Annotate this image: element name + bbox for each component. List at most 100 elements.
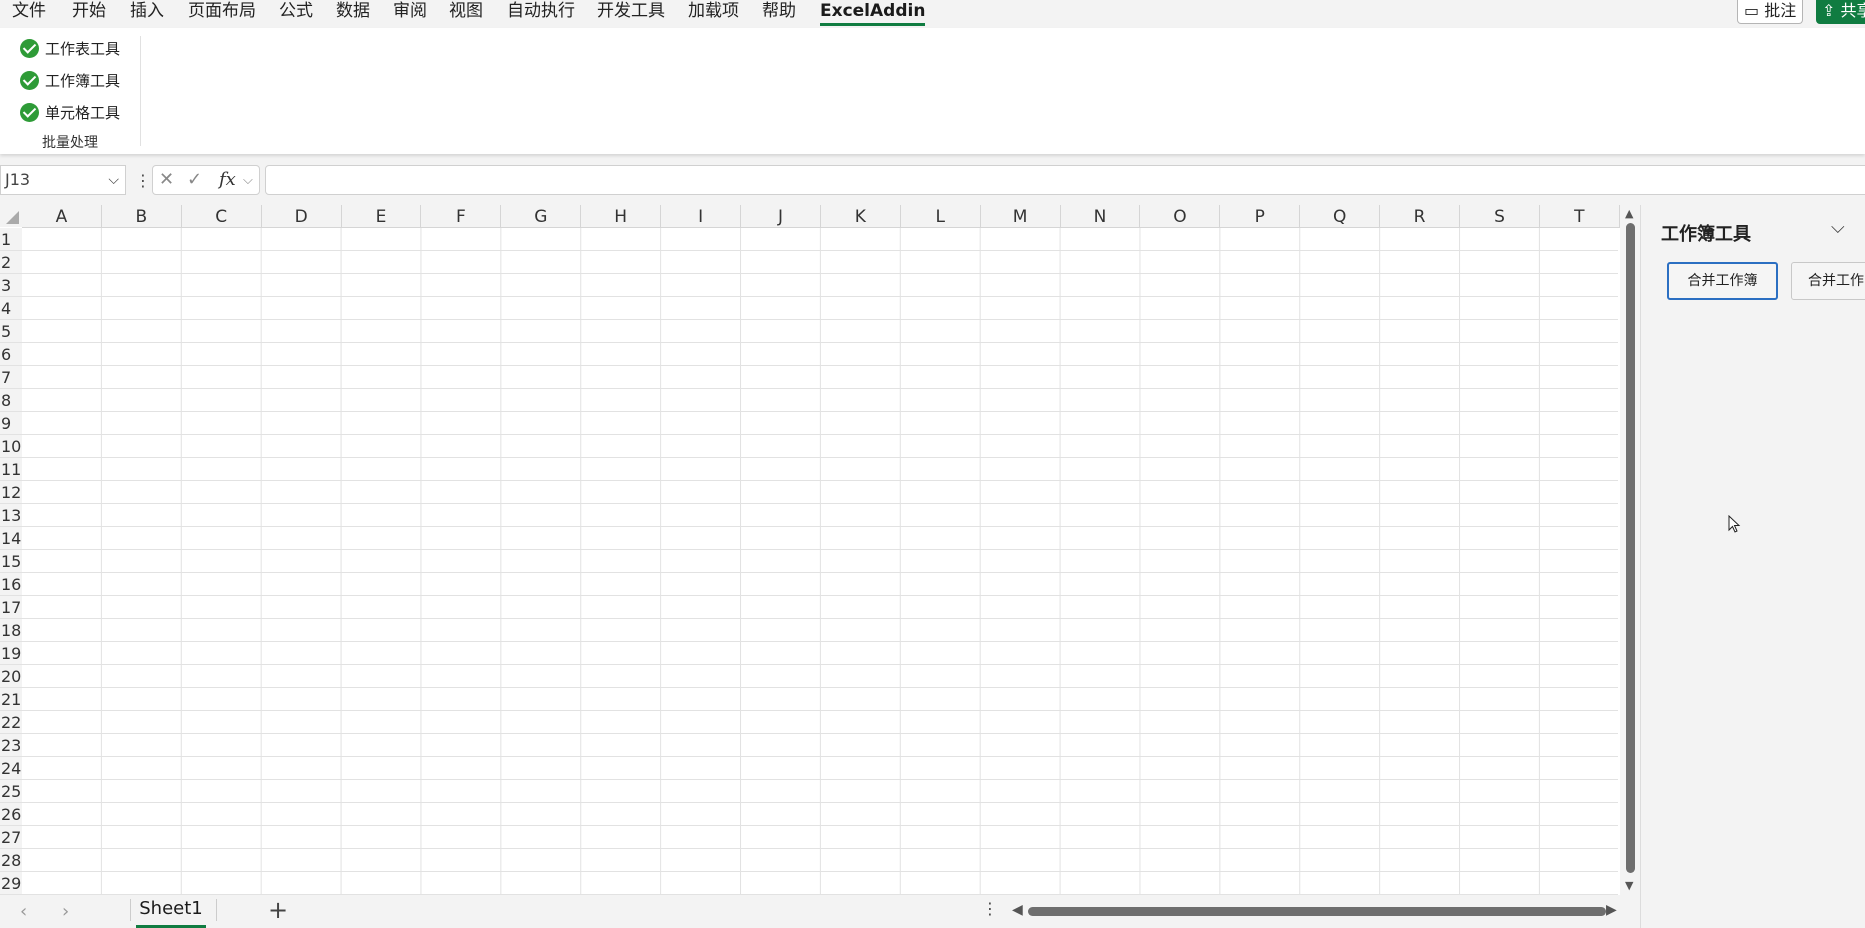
merge-workbook-button[interactable]: 合并工作簿: [1667, 262, 1778, 300]
tab-divider: [216, 899, 217, 921]
row-header[interactable]: 20: [0, 665, 22, 688]
scroll-right-icon[interactable]: ▶: [1606, 902, 1617, 918]
row-header[interactable]: 12: [0, 481, 22, 504]
row-header[interactable]: 5: [0, 320, 22, 343]
row-header[interactable]: 26: [0, 803, 22, 826]
tab-page-layout[interactable]: 页面布局: [188, 0, 256, 26]
ribbon-group-label: 批量处理: [42, 135, 98, 151]
column-header[interactable]: P: [1220, 205, 1301, 227]
chevron-down-icon[interactable]: ⌵: [243, 173, 253, 188]
scroll-up-icon[interactable]: ▲: [1625, 207, 1633, 220]
chevron-down-icon[interactable]: ⌵: [108, 166, 119, 194]
column-header[interactable]: B: [102, 205, 182, 227]
comments-button[interactable]: ▭ 批注: [1737, 0, 1803, 24]
column-header[interactable]: O: [1140, 205, 1221, 227]
formula-bar: J13 ⌵ ⋮ ✕ ✓ fx ⌵: [0, 165, 1865, 197]
row-header[interactable]: 18: [0, 619, 22, 642]
chevron-left-icon[interactable]: ‹: [20, 901, 27, 922]
add-sheet-button[interactable]: +: [268, 895, 288, 925]
tab-file[interactable]: 文件: [12, 0, 46, 26]
row-header[interactable]: 9: [0, 412, 22, 435]
row-header[interactable]: 3: [0, 274, 22, 297]
row-header[interactable]: 6: [0, 343, 22, 366]
scroll-left-icon[interactable]: ◀: [1012, 902, 1023, 918]
scroll-down-icon[interactable]: ▼: [1625, 879, 1633, 892]
scroll-thumb[interactable]: [1028, 907, 1606, 916]
row-header[interactable]: 28: [0, 849, 22, 872]
more-options-icon[interactable]: ⋮: [135, 171, 151, 190]
tab-review[interactable]: 审阅: [393, 0, 427, 26]
cancel-icon[interactable]: ✕: [159, 169, 174, 190]
name-box[interactable]: J13 ⌵: [0, 165, 126, 195]
more-options-icon[interactable]: ⋮: [982, 899, 998, 918]
column-header[interactable]: A: [22, 205, 102, 227]
formula-input[interactable]: [265, 165, 1865, 195]
column-header[interactable]: I: [661, 205, 742, 227]
merge-worksheet-button[interactable]: 合并工作: [1791, 262, 1865, 300]
column-header[interactable]: L: [901, 205, 981, 227]
row-header[interactable]: 2: [0, 251, 22, 274]
tab-exceladdin[interactable]: ExcelAddin: [820, 0, 926, 26]
cell-tools-button[interactable]: 单元格工具: [20, 100, 120, 124]
column-header[interactable]: R: [1380, 205, 1461, 227]
column-header[interactable]: S: [1460, 205, 1540, 227]
check-circle-icon: [20, 38, 39, 58]
tab-home[interactable]: 开始: [72, 0, 106, 26]
column-header[interactable]: J: [741, 205, 821, 227]
share-button[interactable]: ⇪ 共享: [1816, 0, 1865, 24]
tab-automate[interactable]: 自动执行: [507, 0, 575, 26]
row-header[interactable]: 29: [0, 872, 22, 895]
row-header[interactable]: 19: [0, 642, 22, 665]
row-header[interactable]: 13: [0, 504, 22, 527]
row-header[interactable]: 16: [0, 573, 22, 596]
row-header[interactable]: 22: [0, 711, 22, 734]
row-header[interactable]: 27: [0, 826, 22, 849]
horizontal-scrollbar[interactable]: ◀ ▶: [1008, 902, 1618, 919]
ribbon: 工作表工具 工作簿工具 单元格工具 批量处理: [0, 28, 1865, 154]
column-header[interactable]: E: [342, 205, 422, 227]
select-all-button[interactable]: [0, 205, 22, 227]
row-header[interactable]: 4: [0, 297, 22, 320]
tab-view[interactable]: 视图: [449, 0, 483, 26]
row-header[interactable]: 24: [0, 757, 22, 780]
insert-function-icon[interactable]: fx: [219, 169, 236, 190]
row-header[interactable]: 21: [0, 688, 22, 711]
cell-area[interactable]: [22, 228, 1618, 895]
row-header[interactable]: 14: [0, 527, 22, 550]
row-header[interactable]: 10: [0, 435, 22, 458]
share-icon: ⇪: [1822, 1, 1836, 20]
column-header[interactable]: C: [182, 205, 262, 227]
tab-data[interactable]: 数据: [336, 0, 370, 26]
worksheet-tools-button[interactable]: 工作表工具: [20, 36, 120, 60]
scroll-thumb[interactable]: [1626, 223, 1635, 873]
tab-developer[interactable]: 开发工具: [597, 0, 665, 26]
column-header[interactable]: N: [1061, 205, 1141, 227]
row-header[interactable]: 11: [0, 458, 22, 481]
row-header[interactable]: 7: [0, 366, 22, 389]
row-header[interactable]: 1: [0, 228, 22, 251]
column-header[interactable]: T: [1540, 205, 1620, 227]
column-header[interactable]: F: [421, 205, 502, 227]
column-header[interactable]: M: [981, 205, 1061, 227]
sheet-tab-sheet1[interactable]: Sheet1: [136, 895, 206, 928]
workbook-tools-button[interactable]: 工作簿工具: [20, 68, 120, 92]
column-header[interactable]: H: [581, 205, 662, 227]
tab-formulas[interactable]: 公式: [279, 0, 313, 26]
tab-addins[interactable]: 加载项: [688, 0, 739, 26]
column-header[interactable]: K: [821, 205, 901, 227]
column-header[interactable]: Q: [1300, 205, 1381, 227]
row-header[interactable]: 25: [0, 780, 22, 803]
row-header[interactable]: 8: [0, 389, 22, 412]
row-header[interactable]: 17: [0, 596, 22, 619]
row-header[interactable]: 23: [0, 734, 22, 757]
check-circle-icon: [20, 70, 39, 90]
enter-icon[interactable]: ✓: [187, 169, 202, 190]
vertical-scrollbar[interactable]: ▲ ▼: [1622, 205, 1638, 895]
tab-insert[interactable]: 插入: [130, 0, 164, 26]
chevron-right-icon[interactable]: ›: [62, 901, 69, 922]
column-header[interactable]: D: [262, 205, 342, 227]
column-header[interactable]: G: [501, 205, 582, 227]
row-header[interactable]: 15: [0, 550, 22, 573]
chevron-down-icon[interactable]: ⌵: [1831, 217, 1845, 238]
tab-help[interactable]: 帮助: [762, 0, 796, 26]
